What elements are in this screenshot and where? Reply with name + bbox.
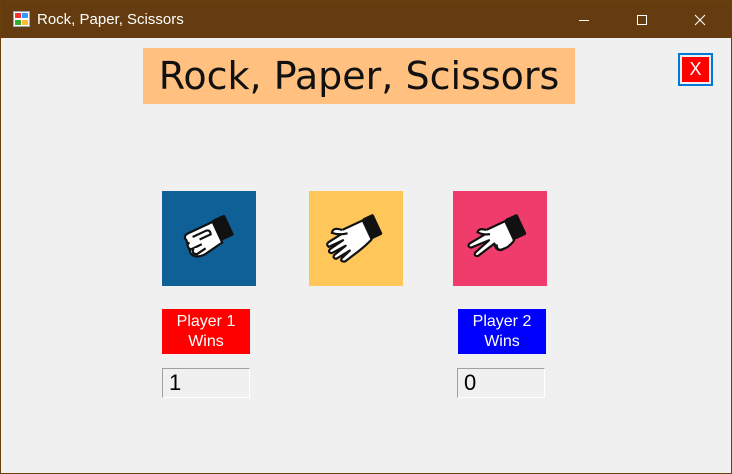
scissors-button[interactable] bbox=[453, 191, 547, 286]
scissors-hand-icon bbox=[467, 213, 527, 257]
title-bar[interactable]: Rock, Paper, Scissors bbox=[1, 1, 731, 38]
exit-button[interactable]: X bbox=[678, 53, 713, 86]
player1-wins-label: Player 1 Wins bbox=[162, 309, 250, 354]
rock-button[interactable] bbox=[162, 191, 256, 286]
paper-hand-icon bbox=[326, 213, 383, 263]
window-title: Rock, Paper, Scissors bbox=[37, 11, 184, 28]
app-window: Rock, Paper, Scissors Rock, Paper, Sciss… bbox=[0, 0, 732, 474]
maximize-button[interactable] bbox=[619, 1, 665, 38]
maximize-icon bbox=[637, 14, 647, 25]
game-title: Rock, Paper, Scissors bbox=[143, 48, 575, 104]
app-icon bbox=[13, 11, 30, 27]
rock-hand-icon bbox=[183, 214, 234, 258]
player2-wins-label: Player 2 Wins bbox=[458, 309, 546, 354]
player2-score-field[interactable]: 0 bbox=[457, 368, 545, 398]
player1-score-field[interactable]: 1 bbox=[162, 368, 250, 398]
minimize-icon bbox=[579, 19, 589, 21]
minimize-button[interactable] bbox=[561, 1, 607, 38]
window-close-button[interactable] bbox=[677, 1, 723, 38]
close-icon bbox=[694, 14, 706, 25]
exit-button-label: X bbox=[682, 57, 709, 82]
paper-button[interactable] bbox=[309, 191, 403, 286]
